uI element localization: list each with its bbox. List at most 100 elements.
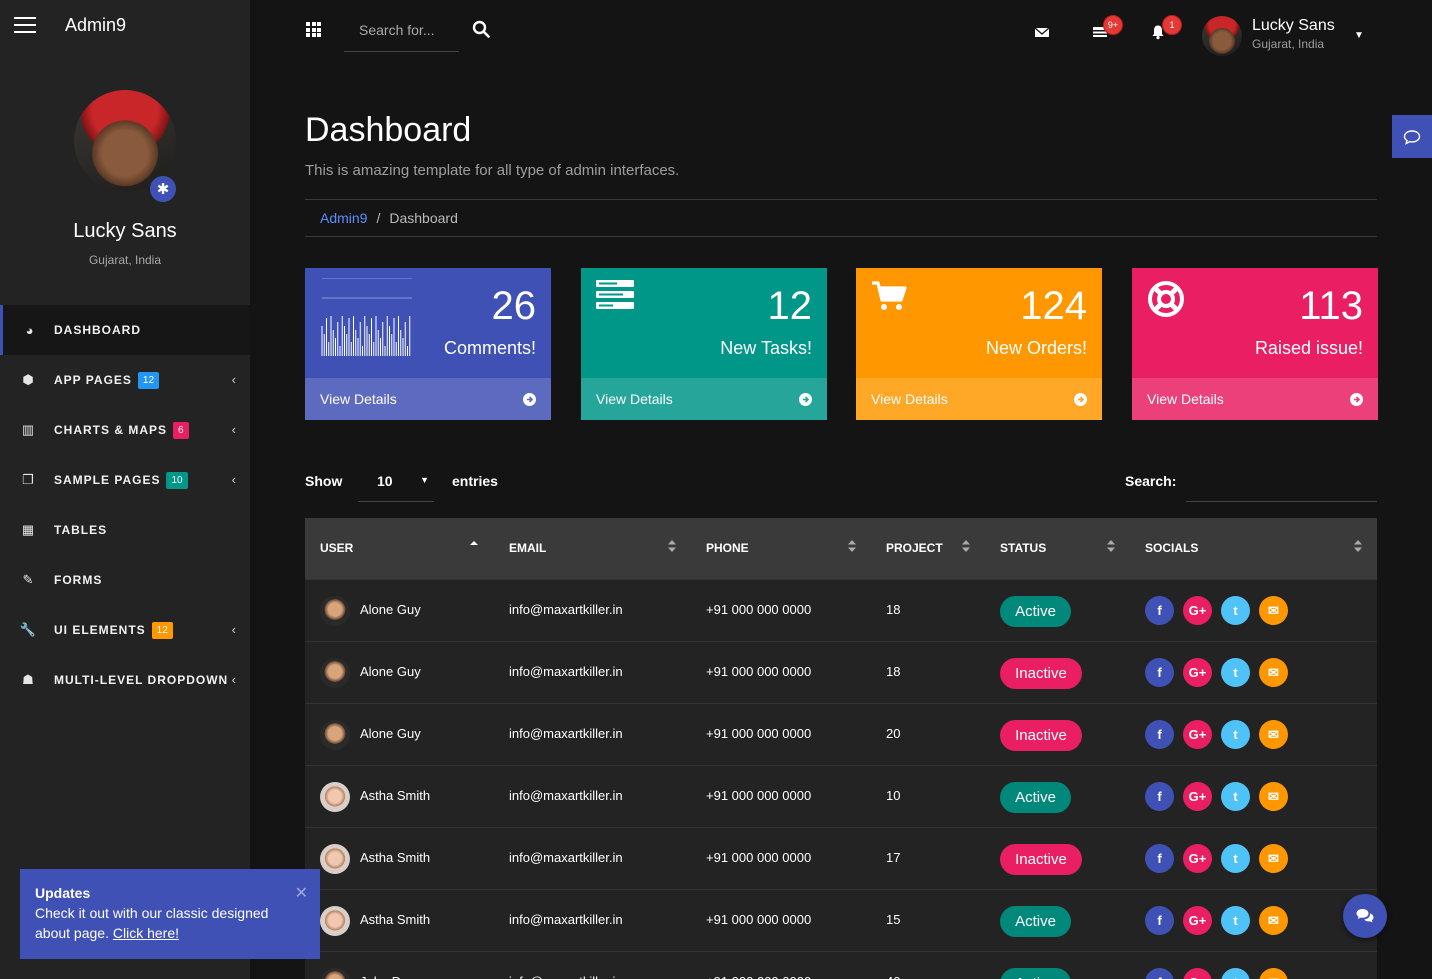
column-header-socials[interactable]: SOCIALS — [1145, 541, 1198, 555]
twitter-icon[interactable]: t — [1221, 658, 1250, 687]
table-row[interactable]: Astha Smith info@maxartkiller.in +91 000… — [305, 827, 1377, 889]
search-icon[interactable] — [472, 20, 490, 38]
hamburger-menu-icon[interactable] — [14, 17, 36, 33]
sidebar-item-charts-maps[interactable]: ▥ CHARTS & MAPS 6 ‹ — [0, 405, 250, 455]
mail-icon[interactable]: ✉ — [1259, 658, 1288, 687]
table-row[interactable]: Astha Smith info@maxartkiller.in +91 000… — [305, 889, 1377, 951]
stat-card: 124 New Orders! View Details — [856, 268, 1102, 420]
envelope-icon[interactable] — [1034, 24, 1050, 40]
twitter-icon[interactable]: t — [1221, 596, 1250, 625]
view-details-link[interactable]: View Details — [305, 378, 551, 420]
column-header-user[interactable]: USER — [320, 541, 353, 555]
copy-icon: ❐ — [22, 472, 34, 487]
profile-avatar[interactable]: ✱ — [74, 90, 178, 204]
mail-icon[interactable]: ✉ — [1259, 844, 1288, 873]
facebook-icon[interactable]: f — [1145, 906, 1174, 935]
twitter-icon[interactable]: t — [1221, 720, 1250, 749]
mail-icon[interactable]: ✉ — [1259, 968, 1288, 979]
view-details-link[interactable]: View Details — [1132, 378, 1378, 420]
stat-card: 26 Comments! View Details — [305, 268, 551, 420]
cell-project: 40 — [886, 974, 900, 979]
column-header-project[interactable]: PROJECT — [886, 541, 943, 555]
status-badge: Active — [1000, 782, 1071, 813]
chat-bubbles-icon — [1356, 909, 1374, 923]
stat-card-body: 124 New Orders! — [856, 268, 1102, 378]
breadcrumb: Admin9 / Dashboard — [305, 199, 1377, 237]
mail-icon[interactable]: ✉ — [1259, 906, 1288, 935]
sort-icon[interactable] — [668, 539, 676, 553]
sidebar-item-badge: 6 — [173, 421, 189, 439]
view-details-link[interactable]: View Details — [856, 378, 1102, 420]
twitter-icon[interactable]: t — [1221, 844, 1250, 873]
chat-fab-button[interactable] — [1343, 894, 1387, 938]
twitter-icon[interactable]: t — [1221, 782, 1250, 811]
show-label: Show — [305, 473, 343, 489]
bar-lines-icon — [320, 277, 412, 363]
google-plus-icon[interactable]: G+ — [1183, 844, 1212, 873]
breadcrumb-root[interactable]: Admin9 — [320, 210, 367, 226]
cell-phone: +91 000 000 0000 — [706, 664, 812, 679]
sort-icon[interactable] — [1107, 539, 1115, 553]
sidebar-item-app-pages[interactable]: ⬢ APP PAGES 12 ‹ — [0, 355, 250, 405]
chevron-left-icon: ‹ — [231, 672, 236, 687]
facebook-icon[interactable]: f — [1145, 844, 1174, 873]
stat-card-label: Comments! — [443, 338, 536, 358]
table-row[interactable]: Astha Smith info@maxartkiller.in +91 000… — [305, 765, 1377, 827]
facebook-icon[interactable]: f — [1145, 596, 1174, 625]
column-header-email[interactable]: EMAIL — [509, 541, 546, 555]
toast-link[interactable]: Click here! — [113, 925, 179, 941]
table-row[interactable]: John Doe info@maxartkiller.in +91 000 00… — [305, 951, 1377, 979]
column-header-status[interactable]: STATUS — [1000, 541, 1046, 555]
sidebar-item-ui-elements[interactable]: 🔧 UI ELEMENTS 12 ‹ — [0, 605, 250, 655]
twitter-icon[interactable]: t — [1221, 968, 1250, 979]
gear-icon[interactable]: ✱ — [148, 174, 178, 204]
sidebar-item-dashboard[interactable]: ◕ DASHBOARD — [0, 305, 250, 355]
avatar — [320, 782, 350, 812]
table-search-input[interactable] — [1186, 464, 1377, 502]
table-row[interactable]: Alone Guy info@maxartkiller.in +91 000 0… — [305, 579, 1377, 641]
mail-icon[interactable]: ✉ — [1259, 596, 1288, 625]
sort-icon[interactable] — [1354, 539, 1362, 553]
entries-select[interactable]: 10 ▼ — [358, 464, 434, 502]
user-menu[interactable]: Lucky Sans Gujarat, India ▼ — [1202, 14, 1417, 58]
chat-toggle-button[interactable] — [1392, 115, 1432, 158]
twitter-icon[interactable]: t — [1221, 906, 1250, 935]
table-row[interactable]: Alone Guy info@maxartkiller.in +91 000 0… — [305, 703, 1377, 765]
sidebar-item-multi-level-dropdown[interactable]: ☗ MULTI-LEVEL DROPDOWN ‹ — [0, 655, 250, 705]
mail-icon[interactable]: ✉ — [1259, 782, 1288, 811]
toast-title: Updates — [35, 885, 91, 901]
sort-icon[interactable] — [848, 539, 856, 553]
apps-grid-icon[interactable] — [306, 22, 321, 37]
sort-icon[interactable] — [962, 539, 970, 553]
sidebar-item-forms[interactable]: ✎ FORMS — [0, 555, 250, 605]
toast-text: Check it out with our classic designed a… — [35, 903, 305, 943]
cell-user: Astha Smith — [360, 912, 431, 927]
brand-logo[interactable]: Admin9 — [65, 15, 126, 36]
cell-phone: +91 000 000 0000 — [706, 974, 811, 979]
facebook-icon[interactable]: f — [1145, 968, 1174, 979]
google-plus-icon[interactable]: G+ — [1183, 720, 1212, 749]
caret-down-icon: ▼ — [420, 475, 429, 485]
table-row[interactable]: Alone Guy info@maxartkiller.in +91 000 0… — [305, 641, 1377, 703]
sidebar-item-tables[interactable]: ▦ TABLES — [0, 505, 250, 555]
column-header-phone[interactable]: PHONE — [706, 541, 749, 555]
sidebar-item-label: FORMS — [54, 573, 103, 587]
google-plus-icon[interactable]: G+ — [1183, 596, 1212, 625]
search-input[interactable] — [344, 12, 459, 48]
google-plus-icon[interactable]: G+ — [1183, 906, 1212, 935]
sitemap-icon: ☗ — [22, 672, 34, 687]
sort-asc-icon[interactable] — [470, 539, 478, 553]
avatar — [320, 658, 350, 688]
google-plus-icon[interactable]: G+ — [1183, 782, 1212, 811]
view-details-link[interactable]: View Details — [581, 378, 827, 420]
facebook-icon[interactable]: f — [1145, 720, 1174, 749]
facebook-icon[interactable]: f — [1145, 658, 1174, 687]
google-plus-icon[interactable]: G+ — [1183, 968, 1212, 979]
google-plus-icon[interactable]: G+ — [1183, 658, 1212, 687]
facebook-icon[interactable]: f — [1145, 782, 1174, 811]
close-icon[interactable]: ✕ — [295, 883, 308, 903]
sidebar-item-sample-pages[interactable]: ❐ SAMPLE PAGES 10 ‹ — [0, 455, 250, 505]
sidebar-item-badge: 12 — [137, 371, 160, 389]
table-controls: Show 10 ▼ entries Search: — [305, 460, 1377, 502]
mail-icon[interactable]: ✉ — [1259, 720, 1288, 749]
